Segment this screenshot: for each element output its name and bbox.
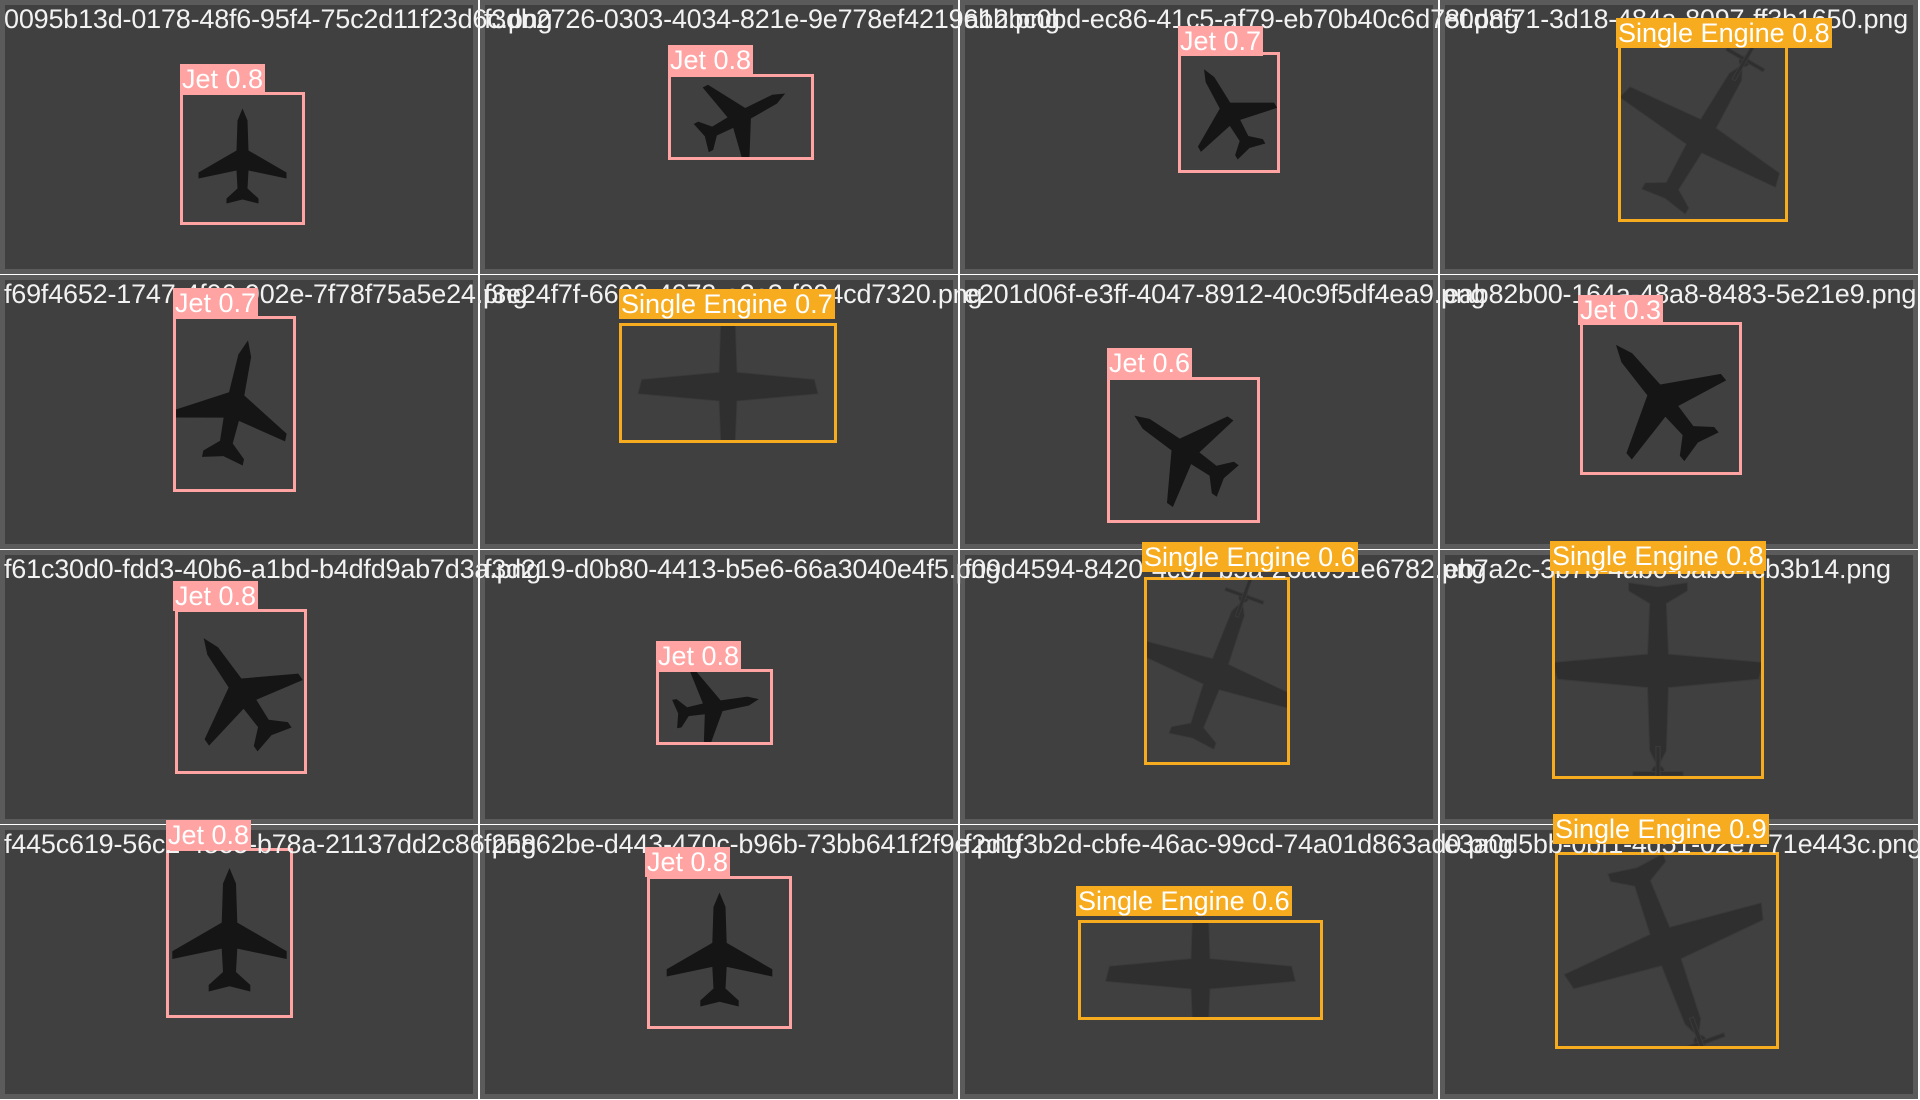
image-tile[interactable]: eab82b00-164a-48a8-8483-5e21e9.png Jet 0.… xyxy=(1440,275,1918,549)
image-tile[interactable]: 0095b13d-0178-48f6-95f4-75c2d11f23d6c.pn… xyxy=(0,0,552,274)
detection-box xyxy=(1580,322,1742,475)
detection-mosaic: 0095b13d-0178-48f6-95f4-75c2d11f23d6c.pn… xyxy=(0,0,1920,1100)
detection-label: Jet 0.7 xyxy=(173,288,259,318)
file-name: eab82b00-164a-48a8-8483-5e21e9.png xyxy=(1444,279,1917,309)
image-tile[interactable]: f25862be-d443-470c-b96b-73bb641f2f9e.png… xyxy=(480,825,1021,1099)
detection-box xyxy=(175,609,307,774)
image-tile[interactable]: a12bc0bd-ec86-41c5-af79-eb70b40c6d78f.pn… xyxy=(960,0,1519,274)
image-tile[interactable]: eb7a2c-3b7b-4ab0-bab0-fcb3b14.pngSingle … xyxy=(1440,541,1918,824)
detection-box xyxy=(1078,920,1323,1020)
image-tile[interactable]: e201d06f-e3ff-4047-8912-40c9f5df4ea9.png… xyxy=(960,275,1486,549)
image-tile[interactable]: f3d219-d0b80-4413-b5e6-66a3040e4f5.png Je… xyxy=(480,550,1001,824)
detection-box xyxy=(668,74,814,160)
file-name: f69f4652-1747-4f06-902e-7f78f75a5e24.png xyxy=(4,279,528,309)
detection-label: Single Engine 0.6 xyxy=(1142,542,1358,572)
detection-box xyxy=(1107,377,1260,523)
detection-label: Single Engine 0.8 xyxy=(1550,541,1766,571)
image-tile[interactable]: e3a0d5bb-0bf1-4d51-02e7-71e443c.png Singl… xyxy=(1440,814,1920,1099)
image-tile[interactable]: f61c30d0-fdd3-40b6-a1bd-b4dfd9ab7d3a.png… xyxy=(0,550,541,824)
detection-box xyxy=(166,848,293,1018)
image-tile[interactable]: e0d8f71-3d18-484a-8097-ff3b1650.pngSingl… xyxy=(1440,0,1918,274)
file-name: f3d219-d0b80-4413-b5e6-66a3040e4f5.png xyxy=(484,554,1001,584)
image-tile[interactable]: f2d1f3b2d-cbfe-46ac-99cd-74a01d863ad0.pn… xyxy=(960,825,1513,1099)
detection-label: Single Engine 0.8 xyxy=(1616,18,1832,48)
detection-label: Jet 0.8 xyxy=(656,641,742,671)
detection-box xyxy=(180,92,305,225)
detection-label: Jet 0.7 xyxy=(1178,26,1264,56)
detection-box xyxy=(656,669,773,745)
detection-box xyxy=(1178,52,1280,173)
image-tile[interactable]: f3e24f7f-6699-4072-a3c3-f094cd7320.pngSi… xyxy=(480,275,983,549)
detection-label: Single Engine 0.7 xyxy=(619,289,835,319)
detection-label: Single Engine 0.6 xyxy=(1076,886,1292,916)
image-tile[interactable]: f3db2726-0303-4034-821e-9e778ef42196bb.p… xyxy=(480,0,1060,274)
detection-label: Jet 0.8 xyxy=(173,581,259,611)
detection-box xyxy=(1555,852,1779,1049)
detection-label: Jet 0.8 xyxy=(166,820,252,850)
image-tile[interactable]: f69f4652-1747-4f06-902e-7f78f75a5e24.png… xyxy=(0,275,528,549)
detection-label: Single Engine 0.9 xyxy=(1553,814,1769,844)
detection-box xyxy=(1618,44,1788,222)
detection-label: Jet 0.8 xyxy=(668,45,754,75)
file-name: f61c30d0-fdd3-40b6-a1bd-b4dfd9ab7d3a.png xyxy=(4,554,541,584)
detection-box xyxy=(647,876,792,1029)
detection-label: Jet 0.3 xyxy=(1578,295,1664,325)
detection-box xyxy=(173,316,296,492)
detection-label: Jet 0.8 xyxy=(180,64,266,94)
detection-box xyxy=(1552,571,1764,779)
image-tile[interactable]: f09d4594-8420-4c07-b5a-26a091e6782.pngSi… xyxy=(960,542,1487,824)
detection-label: Jet 0.8 xyxy=(645,847,731,877)
detection-box xyxy=(1144,577,1290,765)
file-name: f25862be-d443-470c-b96b-73bb641f2f9e.png xyxy=(484,829,1021,859)
file-name: e201d06f-e3ff-4047-8912-40c9f5df4ea9.png xyxy=(964,279,1486,309)
file-name: f445c619-56c2-48e5-b78a-21137dd2c86.png xyxy=(4,829,537,859)
detection-label: Jet 0.6 xyxy=(1107,348,1193,378)
image-tile[interactable]: f445c619-56c2-48e5-b78a-21137dd2c86.png J… xyxy=(0,820,536,1099)
detection-box xyxy=(619,323,837,443)
file-name: 0095b13d-0178-48f6-95f4-75c2d11f23d6c.pn… xyxy=(4,4,553,34)
file-name: f2d1f3b2d-cbfe-46ac-99cd-74a01d863ad0.pn… xyxy=(964,829,1513,859)
